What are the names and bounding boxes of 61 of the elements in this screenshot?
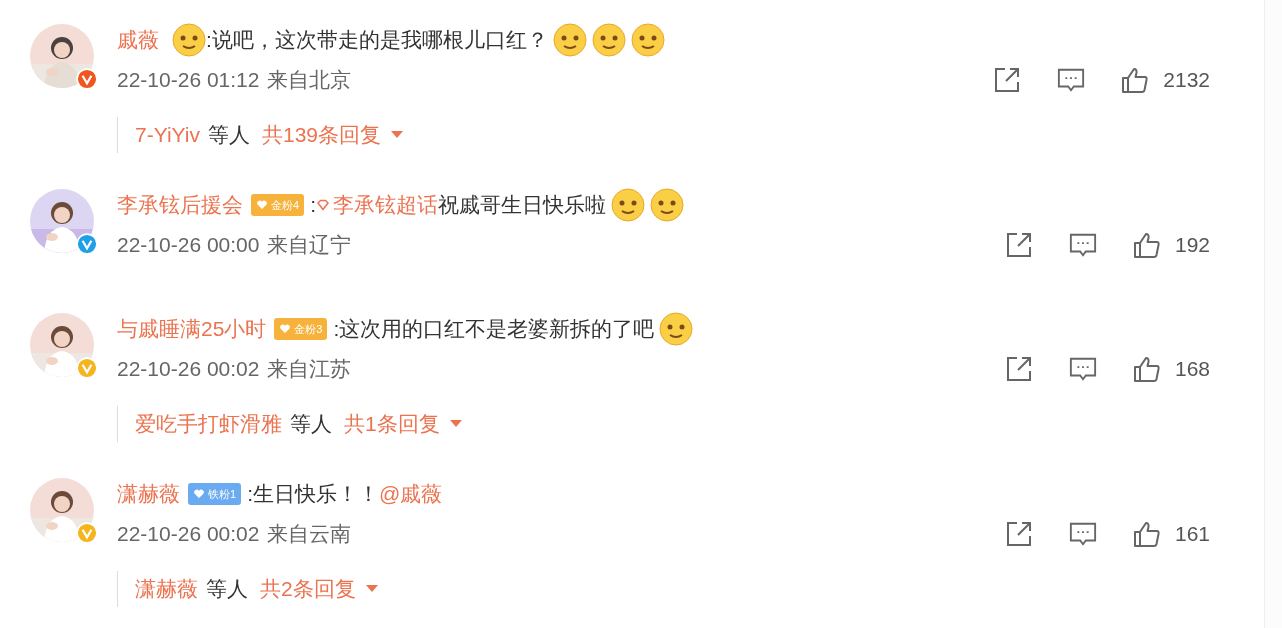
- comment-icon[interactable]: [1068, 231, 1097, 259]
- comment-location: 来自北京: [267, 67, 352, 93]
- emoji-icon: [172, 23, 206, 57]
- comment-text: :说吧，这次带走的是我哪根儿口红？: [206, 27, 548, 53]
- comment-text: 祝戚哥生日快乐啦: [437, 192, 606, 218]
- thumbs-up-icon[interactable]: [1132, 231, 1161, 259]
- emoji-icon: [659, 312, 694, 346]
- share-icon[interactable]: [1004, 355, 1033, 383]
- comment-location: 来自云南: [267, 521, 352, 547]
- mention-link[interactable]: @戚薇: [378, 480, 443, 508]
- share-icon[interactable]: [1004, 231, 1033, 259]
- emoji-icon: [591, 23, 626, 57]
- reply-count-link[interactable]: 共2条回复: [260, 575, 356, 603]
- emoji-icon: [649, 188, 684, 222]
- badge-label: 金粉4: [271, 197, 300, 213]
- heart-icon: [193, 488, 205, 500]
- comment-icon[interactable]: [1068, 355, 1097, 383]
- diamond-icon: [315, 199, 330, 211]
- comment-text: :: [310, 193, 316, 217]
- heart-icon: [256, 199, 268, 211]
- badge-label: 铁粉1: [208, 486, 237, 502]
- heart-icon: [279, 323, 292, 335]
- user-name[interactable]: 潇赫薇: [117, 480, 180, 508]
- comment-time: 22-10-26 01:12: [117, 68, 260, 92]
- like-count: 192: [1174, 233, 1210, 257]
- user-name[interactable]: 与戚睡满25小时: [117, 315, 267, 343]
- comment-time: 22-10-26 00:00: [117, 233, 260, 257]
- caret-icon[interactable]: [449, 420, 462, 428]
- caret-icon[interactable]: [365, 585, 378, 593]
- comment-location: 来自辽宁: [267, 232, 352, 258]
- reply-user[interactable]: 潇赫薇: [135, 575, 198, 603]
- emoji-icon: [610, 188, 645, 222]
- emoji-icon: [630, 23, 665, 57]
- like-count: 2132: [1163, 68, 1210, 92]
- comment-icon[interactable]: [1068, 520, 1097, 548]
- thumbs-up-icon[interactable]: [1121, 66, 1150, 94]
- user-name[interactable]: 戚薇: [117, 26, 159, 54]
- share-icon[interactable]: [1004, 520, 1033, 548]
- thumbs-up-icon[interactable]: [1132, 520, 1161, 548]
- reply-others: 等人: [290, 411, 332, 437]
- comment-icon[interactable]: [1057, 66, 1086, 94]
- emoji-icon: [552, 23, 587, 57]
- comment-text: :生日快乐！！: [247, 481, 379, 507]
- thumbs-up-icon[interactable]: [1132, 355, 1161, 383]
- reply-count-link[interactable]: 共1条回复: [344, 410, 440, 438]
- reply-others: 等人: [207, 122, 250, 148]
- topic-link[interactable]: 李承铉超话: [315, 191, 438, 219]
- like-count: 161: [1174, 522, 1210, 546]
- reply-user[interactable]: 7-YiYiv: [135, 123, 200, 147]
- comment-location: 来自江苏: [267, 356, 352, 382]
- share-icon[interactable]: [993, 66, 1022, 94]
- user-name[interactable]: 李承铉后援会: [117, 191, 243, 219]
- comment-text: :这次用的口红不是老婆新拆的了吧: [333, 316, 655, 342]
- comment-time: 22-10-26 00:02: [117, 522, 260, 546]
- caret-icon[interactable]: [391, 131, 403, 139]
- comment-time: 22-10-26 00:02: [117, 357, 260, 381]
- reply-others: 等人: [206, 576, 248, 602]
- badge-label: 金粉3: [294, 321, 323, 337]
- like-count: 168: [1174, 357, 1210, 381]
- reply-count-link[interactable]: 共139条回复: [261, 121, 381, 149]
- reply-user[interactable]: 爱吃手打虾滑雅: [135, 410, 282, 438]
